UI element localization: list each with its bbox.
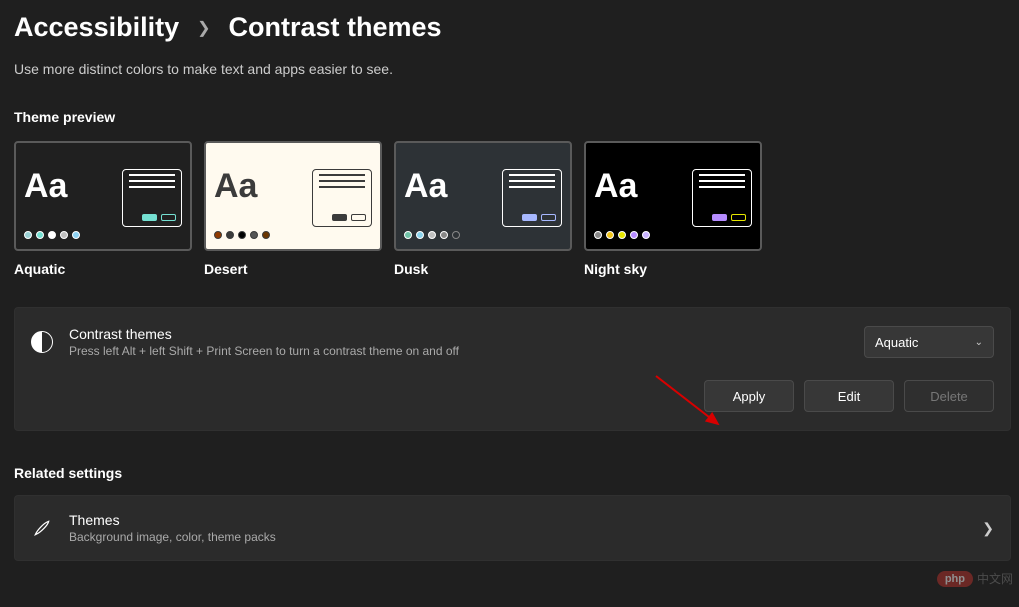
theme-aquatic[interactable]: Aa Aquatic — [14, 141, 192, 277]
watermark-badge: php — [937, 571, 973, 587]
page-title: Contrast themes — [229, 12, 442, 43]
theme-night-sky[interactable]: Aa Night sky — [584, 141, 762, 277]
chevron-right-icon: ❯ — [197, 18, 210, 38]
theme-preview-row: Aa Aquatic Aa Desert Aa — [0, 125, 1019, 277]
theme-dropdown[interactable]: Aquatic ⌄ — [864, 326, 994, 358]
mini-window-icon — [122, 169, 182, 227]
sample-text: Aa — [404, 167, 447, 206]
related-title: Themes — [69, 512, 966, 528]
brush-icon — [31, 517, 53, 539]
theme-label: Desert — [204, 261, 382, 277]
color-dots — [214, 231, 270, 239]
breadcrumb: Accessibility ❯ Contrast themes — [0, 0, 1019, 43]
color-dots — [24, 231, 80, 239]
delete-button: Delete — [904, 380, 994, 412]
panel-subtitle: Press left Alt + left Shift + Print Scre… — [69, 344, 848, 358]
sample-text: Aa — [214, 167, 257, 206]
color-dots — [404, 231, 460, 239]
watermark-text: 中文网 — [977, 570, 1013, 587]
dropdown-value: Aquatic — [875, 335, 918, 350]
watermark: php 中文网 — [937, 570, 1013, 587]
color-dots — [594, 231, 650, 239]
mini-window-icon — [502, 169, 562, 227]
theme-preview-label: Theme preview — [0, 77, 1019, 125]
theme-label: Dusk — [394, 261, 572, 277]
related-subtitle: Background image, color, theme packs — [69, 530, 966, 544]
sample-text: Aa — [594, 167, 637, 206]
breadcrumb-parent-link[interactable]: Accessibility — [14, 12, 179, 43]
contrast-theme-panel: Contrast themes Press left Alt + left Sh… — [14, 307, 1011, 431]
themes-link-panel[interactable]: Themes Background image, color, theme pa… — [14, 495, 1011, 561]
contrast-icon — [31, 331, 53, 353]
page-subtitle: Use more distinct colors to make text an… — [0, 43, 1019, 77]
sample-text: Aa — [24, 167, 67, 206]
mini-window-icon — [312, 169, 372, 227]
chevron-down-icon: ⌄ — [975, 337, 983, 348]
chevron-right-icon: ❯ — [982, 520, 994, 537]
theme-dusk[interactable]: Aa Dusk — [394, 141, 572, 277]
mini-window-icon — [692, 169, 752, 227]
apply-button[interactable]: Apply — [704, 380, 794, 412]
theme-desert[interactable]: Aa Desert — [204, 141, 382, 277]
theme-label: Night sky — [584, 261, 762, 277]
edit-button[interactable]: Edit — [804, 380, 894, 412]
panel-title: Contrast themes — [69, 326, 848, 342]
related-settings-label: Related settings — [0, 431, 1019, 481]
theme-label: Aquatic — [14, 261, 192, 277]
